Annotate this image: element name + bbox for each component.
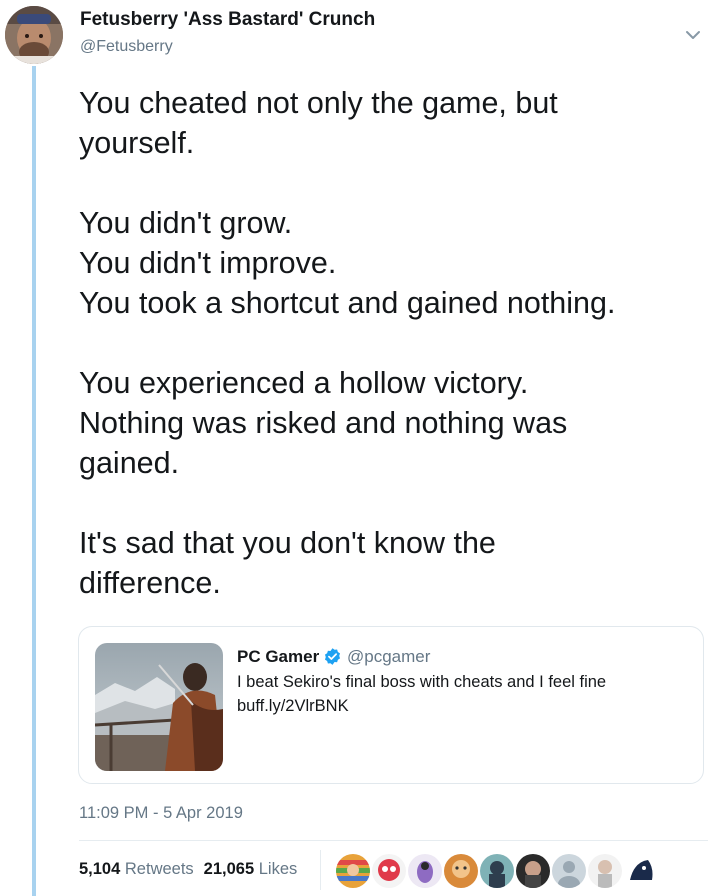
liker-avatar[interactable] xyxy=(514,852,552,890)
quoted-display-name[interactable]: PC Gamer xyxy=(237,647,319,667)
quoted-tweet-card[interactable]: PC Gamer @pcgamer I beat Sekiro's final … xyxy=(78,626,704,784)
tweet-paragraph: It's sad that you don't know the differe… xyxy=(79,526,496,600)
likes-count: 21,065 xyxy=(203,860,255,878)
author-handle[interactable]: @Fetusberry xyxy=(80,38,173,56)
liker-avatar[interactable] xyxy=(478,852,516,890)
author-display-name[interactable]: Fetusberry 'Ass Bastard' Crunch xyxy=(80,9,375,31)
liker-avatar[interactable] xyxy=(370,852,408,890)
chevron-down-icon[interactable] xyxy=(684,26,702,44)
tweet-stats: 5,104 Retweets 21,065 Likes xyxy=(79,860,297,879)
tweet-timestamp[interactable]: 11:09 PM - 5 Apr 2019 xyxy=(79,804,243,823)
divider xyxy=(79,840,708,841)
retweets-count: 5,104 xyxy=(79,860,121,878)
tweet-text: You cheated not only the game, but yours… xyxy=(79,83,704,603)
tweet-paragraph: You didn't grow. You didn't improve. You… xyxy=(79,206,616,320)
tweet-paragraph: You cheated not only the game, but yours… xyxy=(79,86,558,160)
liker-avatar[interactable] xyxy=(622,852,660,890)
likes-stat[interactable]: 21,065 Likes xyxy=(204,860,298,878)
quoted-tweet-thumbnail xyxy=(95,643,223,771)
retweets-label: Retweets xyxy=(124,860,194,878)
stats-separator xyxy=(320,850,321,890)
liker-avatar[interactable] xyxy=(334,852,372,890)
quoted-tweet-text: I beat Sekiro's final boss with cheats a… xyxy=(237,673,607,691)
retweets-stat[interactable]: 5,104 Retweets xyxy=(79,860,194,878)
likes-label: Likes xyxy=(258,860,298,878)
author-avatar[interactable] xyxy=(5,6,63,64)
avatar-image xyxy=(5,6,63,64)
liker-avatar[interactable] xyxy=(586,852,624,890)
tweet-paragraph: You experienced a hollow victory. Nothin… xyxy=(79,366,568,480)
verified-badge-icon xyxy=(324,648,341,665)
liker-avatar[interactable] xyxy=(550,852,588,890)
quoted-tweet-link[interactable]: buff.ly/2VlrBNK xyxy=(237,697,349,716)
thread-line xyxy=(32,66,36,896)
quoted-handle[interactable]: @pcgamer xyxy=(347,647,430,667)
liker-avatar[interactable] xyxy=(442,852,480,890)
liker-avatar[interactable] xyxy=(406,852,444,890)
